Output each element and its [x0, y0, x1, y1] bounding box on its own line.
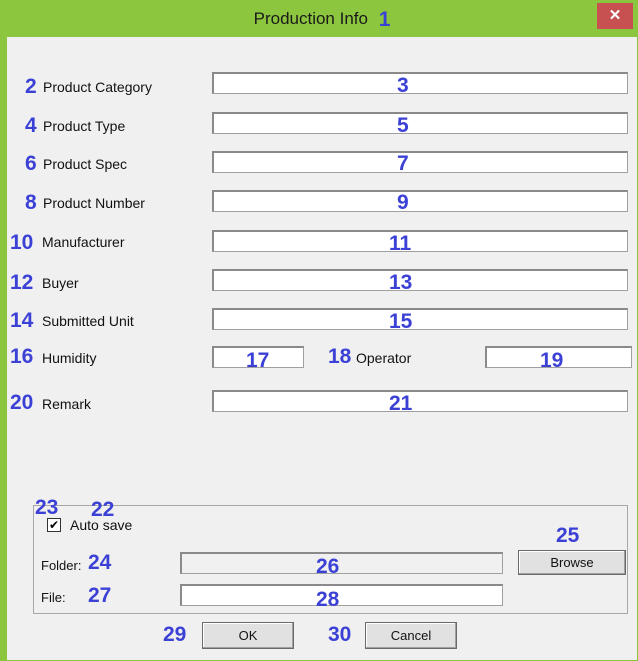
- auto-save-label: Auto save: [70, 517, 133, 533]
- annotation-16: 16: [10, 345, 34, 368]
- annotation-1: 1: [378, 8, 391, 31]
- buyer-field[interactable]: [212, 269, 628, 291]
- window-title: Production Info 1: [7, 1, 637, 37]
- product-category-field[interactable]: [212, 72, 628, 94]
- ok-button[interactable]: OK: [202, 622, 294, 649]
- submitted-unit-label: Submitted Unit: [42, 313, 134, 329]
- annotation-28: 28: [316, 588, 340, 611]
- annotation-12: 12: [10, 271, 34, 294]
- product-type-label: Product Type: [43, 118, 126, 134]
- annotation-2: 2: [25, 75, 37, 98]
- annotation-29: 29: [163, 623, 187, 646]
- manufacturer-label: Manufacturer: [42, 234, 125, 250]
- annotation-5: 5: [397, 114, 409, 137]
- folder-field: [180, 552, 503, 574]
- annotation-3: 3: [397, 74, 409, 97]
- annotation-13: 13: [389, 271, 413, 294]
- annotation-7: 7: [397, 152, 409, 175]
- annotation-11: 11: [389, 232, 412, 255]
- product-number-field[interactable]: [212, 190, 628, 212]
- title-bar: Production Info 1 ✕: [7, 1, 637, 37]
- annotation-4: 4: [25, 114, 37, 137]
- product-spec-field[interactable]: [212, 151, 628, 173]
- product-type-field[interactable]: [212, 112, 628, 134]
- annotation-8: 8: [25, 191, 37, 214]
- browse-button[interactable]: Browse: [518, 550, 626, 575]
- buyer-label: Buyer: [42, 275, 79, 291]
- annotation-24: 24: [88, 551, 112, 574]
- annotation-10: 10: [10, 231, 34, 254]
- annotation-17: 17: [246, 349, 270, 372]
- annotation-26: 26: [316, 555, 340, 578]
- annotation-23: 23: [35, 496, 59, 519]
- close-button[interactable]: ✕: [597, 3, 633, 29]
- humidity-label: Humidity: [42, 350, 97, 366]
- file-label: File:: [41, 590, 66, 605]
- annotation-20: 20: [10, 391, 34, 414]
- annotation-27: 27: [88, 584, 112, 607]
- remark-field[interactable]: [212, 390, 628, 412]
- product-spec-label: Product Spec: [43, 156, 128, 172]
- submitted-unit-field[interactable]: [212, 308, 628, 330]
- file-field[interactable]: [180, 584, 503, 606]
- cancel-button[interactable]: Cancel: [365, 622, 457, 649]
- remark-label: Remark: [42, 396, 92, 412]
- annotation-14: 14: [10, 309, 34, 332]
- manufacturer-field[interactable]: [212, 230, 628, 252]
- annotation-25: 25: [556, 524, 580, 547]
- auto-save-checkbox[interactable]: ✔: [47, 518, 61, 532]
- annotation-19: 19: [540, 349, 564, 372]
- annotation-21: 21: [389, 392, 413, 415]
- folder-label: Folder:: [41, 558, 82, 573]
- operator-label: Operator: [356, 350, 412, 366]
- annotation-18: 18: [328, 345, 352, 368]
- annotation-9: 9: [397, 191, 409, 214]
- annotation-15: 15: [389, 310, 413, 333]
- product-number-label: Product Number: [43, 195, 145, 211]
- window-title-text: Production Info: [253, 9, 368, 28]
- annotation-6: 6: [25, 152, 37, 175]
- product-category-label: Product Category: [43, 79, 152, 95]
- annotation-30: 30: [328, 623, 352, 646]
